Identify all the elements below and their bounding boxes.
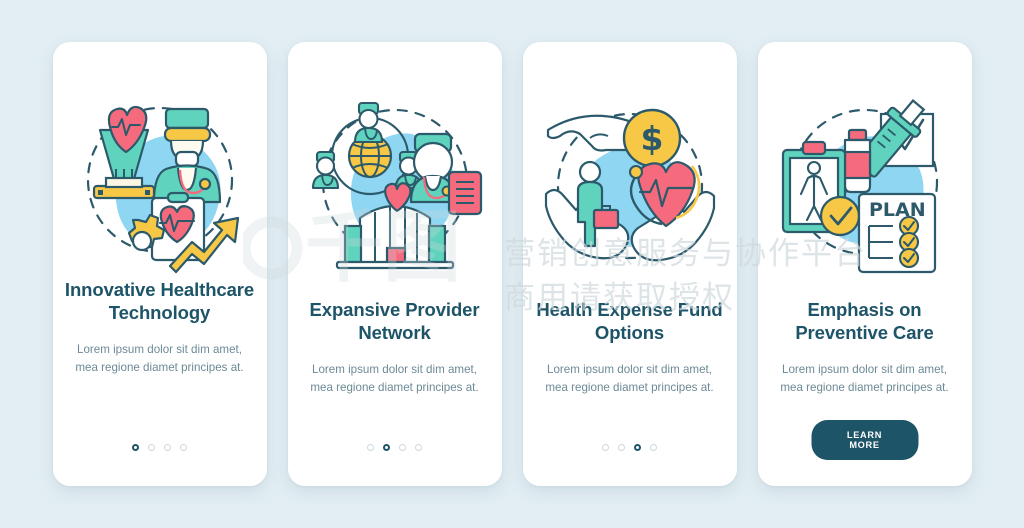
pagination-dot-1[interactable] (132, 444, 139, 451)
page-title: Expansive Provider Network (309, 299, 480, 343)
pagination-dots[interactable] (53, 444, 267, 451)
pagination-dot-4[interactable] (180, 444, 187, 451)
learn-more-button[interactable]: LEARN MORE (811, 420, 918, 460)
onboarding-screen-emphasis-on-preventive-care: PLAN Emphasis on Preventive Care Lorem i… (757, 42, 972, 486)
pagination-dot-2[interactable] (148, 444, 155, 451)
page-title: Emphasis on Preventive Care (795, 299, 934, 343)
pagination-dot-1[interactable] (602, 444, 609, 451)
page-subtitle: Lorem ipsum dolor sit dim amet, mea regi… (75, 343, 244, 374)
pagination-dot-3[interactable] (634, 444, 641, 451)
provider-network-illustration (300, 94, 490, 274)
svg-text:$: $ (640, 119, 663, 158)
page-subtitle: Lorem ipsum dolor sit dim amet, mea regi… (310, 363, 479, 394)
pagination-dots[interactable] (288, 444, 502, 451)
onboarding-screen-expansive-provider-network: Expansive Provider Network Lorem ipsum d… (287, 42, 502, 486)
pagination-dot-2[interactable] (383, 444, 390, 451)
pagination-dot-3[interactable] (399, 444, 406, 451)
page-title: Health Expense Fund Options (536, 299, 723, 343)
page-subtitle: Lorem ipsum dolor sit dim amet, mea regi… (780, 363, 949, 394)
healthcare-technology-illustration (65, 94, 255, 274)
pagination-dot-3[interactable] (164, 444, 171, 451)
preventive-care-illustration: PLAN (770, 94, 960, 274)
pagination-dots[interactable] (523, 444, 737, 451)
pagination-dot-1[interactable] (367, 444, 374, 451)
pagination-dot-2[interactable] (618, 444, 625, 451)
pagination-dot-4[interactable] (415, 444, 422, 451)
onboarding-screen-innovative-healthcare-technology: Innovative Healthcare Technology Lorem i… (52, 42, 267, 486)
page-subtitle: Lorem ipsum dolor sit dim amet, mea regi… (545, 363, 714, 394)
plan-label: PLAN (869, 199, 926, 221)
page-title: Innovative Healthcare Technology (64, 279, 255, 323)
health-expense-fund-illustration: $ (535, 94, 725, 274)
onboarding-screens-row: Innovative Healthcare Technology Lorem i… (0, 0, 1024, 528)
pagination-dot-4[interactable] (650, 444, 657, 451)
onboarding-screen-health-expense-fund-options: $ Health Expense Fund Options Lorem ipsu… (522, 42, 737, 486)
